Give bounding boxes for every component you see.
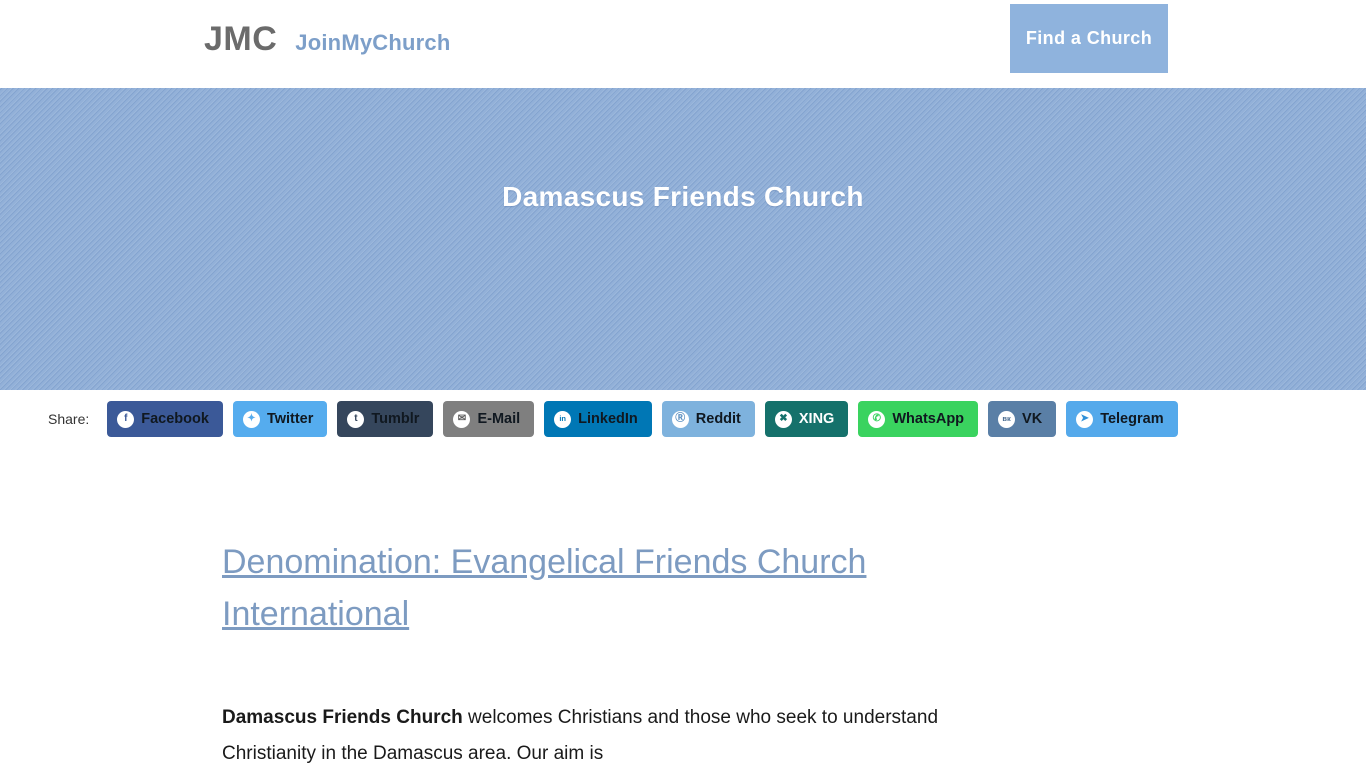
church-name-bold: Damascus Friends Church: [222, 707, 463, 728]
share-button-reddit[interactable]: Ⓡ Reddit: [661, 401, 755, 437]
share-button-facebook[interactable]: f Facebook: [107, 401, 223, 437]
ad-row: church software raising funds: [0, 448, 1366, 500]
envelope-icon: ✉: [453, 410, 471, 428]
find-a-church-button[interactable]: Find a Church: [1010, 4, 1168, 73]
share-button-label: Twitter: [266, 411, 314, 427]
main-content: Denomination: Evangelical Friends Church…: [0, 536, 1366, 768]
share-button-label: WhatsApp: [892, 411, 965, 427]
share-button-group: f Facebook ✦ Twitter t Tumblr ✉ E-Mail in LinkedI…: [107, 401, 1178, 437]
share-button-whatsapp[interactable]: ✆ WhatsApp: [858, 401, 979, 437]
church-description: Damascus Friends Church welcomes Christi…: [222, 700, 994, 768]
share-button-label: VK: [1022, 411, 1043, 427]
share-button-telegram[interactable]: ➤ Telegram: [1066, 401, 1178, 437]
page-title: Damascus Friends Church: [502, 181, 864, 212]
share-button-label: Telegram: [1100, 411, 1164, 427]
share-button-label: XING: [798, 411, 835, 427]
share-button-twitter[interactable]: ✦ Twitter: [232, 401, 328, 437]
brand-mark: JMC: [204, 20, 278, 58]
twitter-icon: ✦: [242, 410, 260, 428]
vk-icon: вк: [998, 410, 1016, 428]
brand-name: JoinMyChurch: [295, 30, 451, 55]
site-header: JMC JoinMyChurch Find a Church: [0, 0, 1366, 88]
linkedin-icon: in: [554, 410, 572, 428]
reddit-icon: Ⓡ: [671, 410, 689, 428]
share-button-tumblr[interactable]: t Tumblr: [337, 401, 434, 437]
share-label: Share:: [48, 411, 90, 427]
tumblr-icon: t: [347, 410, 365, 428]
xing-icon: ✖: [774, 410, 792, 428]
brand-logo[interactable]: JMC JoinMyChurch: [204, 20, 450, 59]
share-button-label: LinkedIn: [578, 411, 638, 427]
share-button-label: Tumblr: [371, 411, 420, 427]
facebook-icon: f: [117, 410, 135, 428]
share-button-label: Facebook: [141, 411, 209, 427]
hero-banner: Damascus Friends Church: [0, 88, 1366, 390]
share-button-xing[interactable]: ✖ XING: [764, 401, 849, 437]
share-button-linkedin[interactable]: in LinkedIn: [544, 401, 652, 437]
share-button-label: E-Mail: [477, 411, 521, 427]
whatsapp-icon: ✆: [868, 410, 886, 428]
share-bar: Share: f Facebook ✦ Twitter t Tumblr ✉ E-Mail in…: [0, 390, 1366, 448]
denomination-link[interactable]: Denomination: Evangelical Friends Church…: [222, 536, 1022, 640]
share-button-label: Reddit: [695, 411, 741, 427]
share-button-vk[interactable]: вк VK: [988, 401, 1057, 437]
share-button-email[interactable]: ✉ E-Mail: [443, 401, 535, 437]
telegram-icon: ➤: [1076, 410, 1094, 428]
